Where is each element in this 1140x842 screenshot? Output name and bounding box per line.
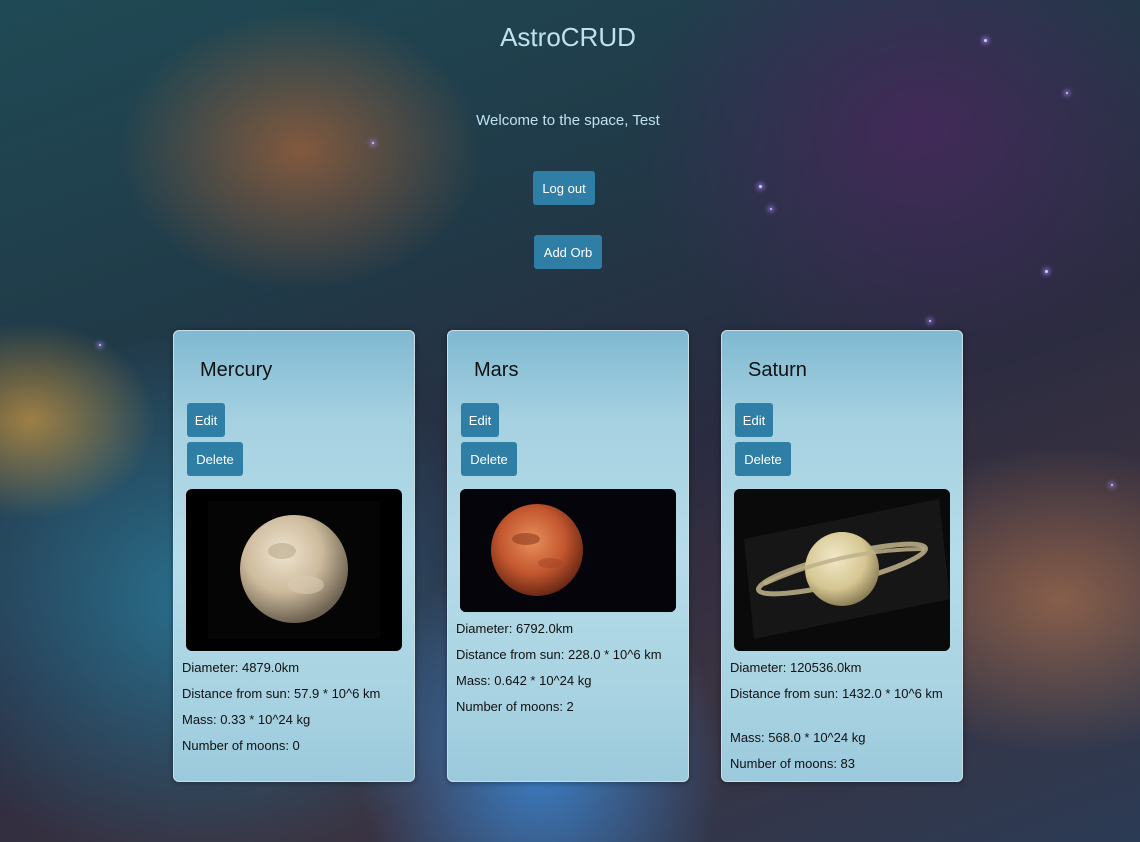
star [770, 208, 772, 210]
add-orb-button[interactable]: Add Orb [534, 235, 602, 269]
star [1066, 92, 1068, 94]
delete-button[interactable]: Delete [461, 442, 517, 476]
orb-mass: Mass: 568.0 * 10^24 kg [730, 730, 866, 745]
orb-mass: Mass: 0.642 * 10^24 kg [456, 673, 592, 688]
star [759, 185, 762, 188]
orb-moons: Number of moons: 83 [730, 756, 856, 771]
saturn-image [734, 489, 950, 651]
star [1045, 270, 1048, 273]
planet-image [734, 489, 950, 651]
mars-image [460, 489, 676, 612]
orb-name: Mars [474, 359, 519, 381]
app-title: AstroCRUD [500, 22, 636, 52]
delete-button[interactable]: Delete [187, 442, 243, 476]
orb-card-saturn: Saturn Edit Delete Diameter: 120536.0km … [721, 330, 963, 782]
orb-name: Saturn [748, 359, 807, 381]
orb-moons: Number of moons: 0 [182, 738, 300, 753]
orb-distance: Distance from sun: 228.0 * 10^6 km [456, 647, 662, 662]
orb-moons: Number of moons: 2 [456, 699, 574, 714]
orb-card-mercury: Mercury Edit Delete Diameter: 4879.0km D… [173, 330, 415, 782]
edit-button[interactable]: Edit [735, 403, 773, 437]
edit-button[interactable]: Edit [187, 403, 225, 437]
edit-button[interactable]: Edit [461, 403, 499, 437]
orb-distance: Distance from sun: 1432.0 * 10^6 km [730, 686, 943, 701]
orb-diameter: Diameter: 120536.0km [730, 660, 862, 675]
planet-image [460, 489, 676, 612]
star [99, 344, 101, 346]
orb-name: Mercury [200, 359, 273, 381]
orb-diameter: Diameter: 6792.0km [456, 621, 574, 636]
welcome-message: Welcome to the space, Test [476, 112, 660, 129]
orb-diameter: Diameter: 4879.0km [182, 660, 300, 675]
logout-button[interactable]: Log out [533, 171, 595, 205]
star [372, 142, 374, 144]
orb-mass: Mass: 0.33 * 10^24 kg [182, 712, 311, 727]
star [929, 320, 931, 322]
orb-card-mars: Mars Edit Delete Diameter: 6792.0km Dist… [447, 330, 689, 782]
orb-distance: Distance from sun: 57.9 * 10^6 km [182, 686, 381, 701]
planet-image [186, 489, 402, 651]
mercury-image [208, 501, 380, 639]
star [1111, 484, 1113, 486]
delete-button[interactable]: Delete [735, 442, 791, 476]
